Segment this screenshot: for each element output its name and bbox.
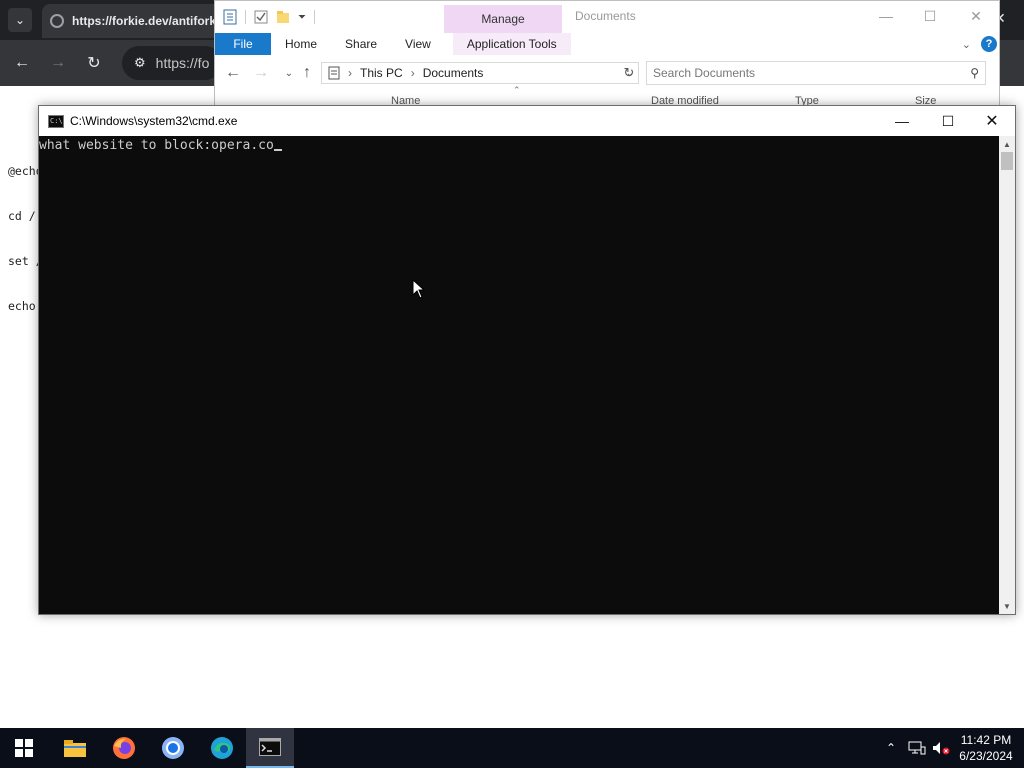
checkmark-icon[interactable] — [254, 9, 268, 25]
command-prompt-window: C:\ C:\Windows\system32\cmd.exe — ☐ ✕ wh… — [38, 105, 1016, 615]
file-explorer-icon[interactable] — [51, 728, 99, 768]
search-input[interactable]: Search Documents ⚲ — [646, 61, 986, 85]
tab-home[interactable]: Home — [271, 33, 331, 55]
taskbar: ⌃ 11:42 PM 6/23/2024 — [0, 728, 1024, 768]
minimize-icon[interactable]: — — [879, 106, 925, 136]
address-bar-url: https://fo — [155, 55, 210, 71]
tab-view[interactable]: View — [391, 33, 445, 55]
maximize-icon[interactable]: ☐ — [925, 106, 971, 136]
vertical-scrollbar[interactable]: ▲ ▼ — [999, 136, 1015, 614]
qat-divider — [245, 10, 246, 24]
forward-icon[interactable]: → — [46, 51, 70, 75]
tab-file[interactable]: File — [215, 33, 271, 55]
mouse-pointer-icon — [412, 279, 426, 299]
scrollbar-thumb[interactable] — [1001, 152, 1013, 170]
cmd-icon: C:\ — [48, 114, 64, 128]
chevron-right-icon: › — [410, 66, 415, 80]
site-info-icon[interactable]: ⚙ — [134, 55, 146, 71]
manage-context-tab[interactable]: Manage — [444, 5, 562, 33]
maximize-icon[interactable]: ☐ — [907, 1, 953, 31]
clock-date: 6/23/2024 — [959, 749, 1013, 763]
console-output[interactable]: what website to block:opera.co — [39, 136, 999, 614]
back-icon[interactable]: ← — [10, 51, 34, 75]
console-prompt-text: what website to block:opera.co — [39, 138, 274, 153]
document-icon — [328, 66, 340, 80]
network-icon[interactable] — [908, 728, 926, 768]
globe-icon — [50, 14, 64, 28]
breadcrumb-documents[interactable]: Documents — [423, 66, 484, 80]
text-cursor — [273, 149, 282, 151]
cmd-titlebar[interactable]: C:\ C:\Windows\system32\cmd.exe — [39, 106, 1015, 136]
file-explorer-window: ⏷ Manage Documents — ☐ ✕ File Home Share… — [214, 0, 1001, 107]
close-icon[interactable]: ✕ — [969, 106, 1015, 136]
console-line: what website to block:opera.co — [39, 138, 999, 154]
minimize-icon[interactable]: — — [863, 1, 909, 31]
cmd-title: C:\Windows\system32\cmd.exe — [70, 114, 238, 128]
close-icon[interactable]: ✕ — [953, 1, 999, 31]
chrome-icon[interactable] — [149, 728, 197, 768]
windows-start-icon[interactable] — [0, 728, 48, 768]
clock-time: 11:42 PM — [960, 733, 1012, 747]
command-prompt-icon[interactable] — [246, 728, 294, 768]
show-hidden-icons[interactable]: ⌃ — [886, 728, 896, 768]
breadcrumb-this-pc[interactable]: This PC — [360, 66, 403, 80]
search-icon: ⚲ — [970, 66, 979, 80]
tab-share[interactable]: Share — [331, 33, 391, 55]
search-placeholder: Search Documents — [653, 66, 756, 80]
browser-tab-title: https://forkie.dev/antifork — [72, 14, 217, 28]
edge-icon[interactable] — [198, 728, 246, 768]
up-icon[interactable]: ↑ — [295, 61, 319, 85]
address-bar[interactable]: › This PC › Documents ⌄ — [321, 62, 639, 84]
scroll-down-icon[interactable]: ▼ — [999, 598, 1015, 614]
refresh-icon[interactable]: ↻ — [617, 61, 641, 85]
browser-tab[interactable]: https://forkie.dev/antifork — [42, 4, 222, 38]
firefox-icon[interactable] — [100, 728, 148, 768]
sort-ascending-icon: ⌃ — [513, 85, 521, 95]
reload-icon[interactable]: ↻ — [82, 51, 106, 75]
properties-icon[interactable] — [223, 9, 237, 25]
qat-divider — [314, 10, 315, 24]
tab-search-button[interactable]: ⌄ — [8, 8, 32, 32]
quick-access-toolbar: ⏷ — [223, 7, 315, 27]
expand-ribbon-icon[interactable]: ⌄ — [962, 38, 971, 51]
help-icon[interactable]: ? — [981, 36, 997, 52]
address-bar[interactable]: ⚙ https://fo — [122, 46, 222, 80]
forward-icon[interactable]: → — [249, 61, 273, 85]
clock[interactable]: 11:42 PM 6/23/2024 — [948, 732, 1024, 764]
ribbon-tabs: File Home Share View Application Tools ⌄… — [215, 33, 1001, 55]
customize-qat-icon[interactable]: ⏷ — [298, 12, 306, 23]
window-title: Documents — [575, 9, 636, 23]
tab-application-tools[interactable]: Application Tools — [452, 33, 571, 55]
chevron-right-icon: › — [348, 66, 352, 80]
back-icon[interactable]: ← — [221, 61, 245, 85]
new-folder-icon[interactable] — [276, 9, 290, 25]
scroll-up-icon[interactable]: ▲ — [999, 136, 1015, 152]
